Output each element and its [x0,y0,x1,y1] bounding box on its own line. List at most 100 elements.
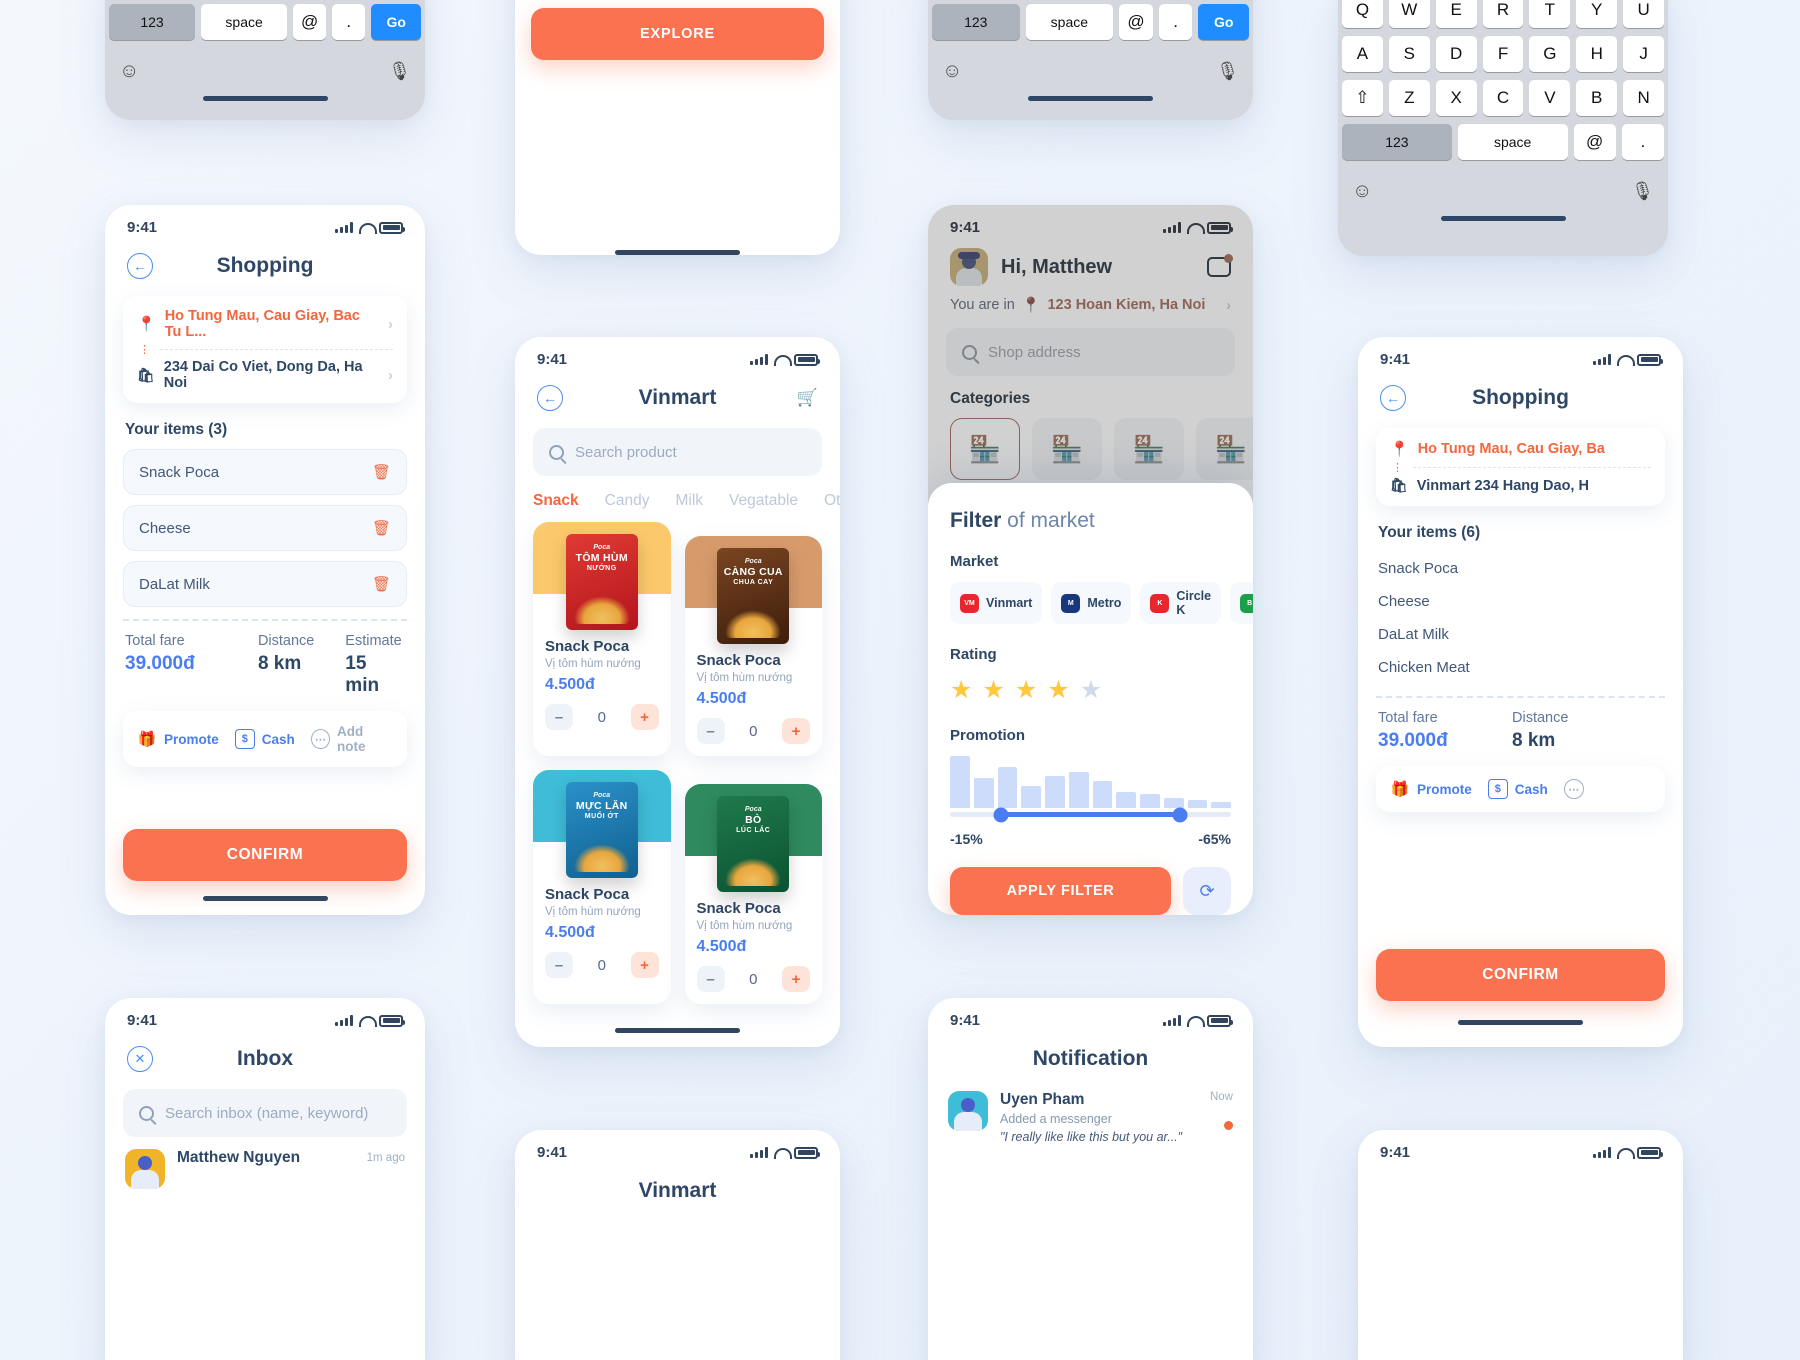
key-j[interactable]: J [1623,36,1665,72]
messages-icon[interactable] [1207,254,1233,277]
key-n[interactable]: N [1623,80,1665,116]
avatar[interactable] [950,248,988,286]
key-at[interactable]: @ [1573,124,1616,160]
key-z[interactable]: Z [1388,80,1430,116]
shop-address-input[interactable]: Shop address [946,328,1235,376]
decrease-quantity-button[interactable]: – [696,966,725,992]
key-b[interactable]: B [1576,80,1618,116]
explore-button[interactable]: EXPLORE [531,8,824,60]
microphone-icon[interactable]: 🎙 [1216,61,1239,82]
category-tile[interactable]: 🏪 [1114,418,1184,480]
key-space[interactable]: space [1457,124,1568,160]
chevron-right-icon[interactable]: › [1226,297,1231,314]
address-card[interactable]: 📍 Ho Tung Mau, Cau Giay, Bac Tu L... › ⋮… [123,296,407,403]
star-3[interactable]: ★ [1015,675,1037,705]
key-r[interactable]: R [1482,0,1524,28]
current-location-row[interactable]: You are in 📍 123 Hoan Kiem, Ha Noi › [928,286,1253,315]
product-card[interactable]: Poca BÒ LÚC LẮC Snack Poca Vị tôm hùm nư… [684,784,822,1004]
key-go[interactable]: Go [371,4,421,40]
star-1[interactable]: ★ [950,675,972,705]
tab-snack[interactable]: Snack [533,492,579,510]
tab-candy[interactable]: Candy [605,492,650,510]
list-item[interactable]: Snack Poca 🗑 [123,449,407,495]
apply-filter-button[interactable]: APPLY FILTER [950,867,1171,915]
key-period[interactable]: . [332,4,366,40]
cart-icon[interactable]: 🛒 [797,388,818,408]
key-c[interactable]: C [1482,80,1524,116]
list-item[interactable]: Uyen Pham Added a messenger "I really li… [928,1079,1253,1144]
delete-icon[interactable]: 🗑 [372,463,391,481]
key-w[interactable]: W [1388,0,1430,28]
back-arrow-icon[interactable]: ← [127,253,153,279]
slider-knob-max[interactable] [1172,807,1188,822]
category-tile[interactable]: 🏪 [1032,418,1102,480]
key-period[interactable]: . [1621,124,1664,160]
promote-button[interactable]: 🎁 Promote [137,729,219,749]
dropoff-address-row[interactable]: 🛍 Vinmart 234 Hang Dao, H [1390,477,1651,494]
chevron-right-icon[interactable]: › [388,316,393,333]
key-numeric[interactable]: 123 [932,4,1020,40]
confirm-button[interactable]: CONFIRM [123,829,407,881]
back-arrow-icon[interactable]: ← [1380,385,1406,411]
back-arrow-icon[interactable]: ← [537,385,563,411]
shift-key[interactable]: ⇧ [1342,80,1383,116]
key-v[interactable]: V [1529,80,1571,116]
product-card[interactable]: Poca CÀNG CUA CHUA CAY Snack Poca Vị tôm… [684,536,822,756]
key-space[interactable]: space [201,4,288,40]
delete-icon[interactable]: 🗑 [372,575,391,593]
search-inbox-input[interactable]: Search inbox (name, keyword) [123,1089,407,1137]
key-t[interactable]: T [1529,0,1571,28]
product-card[interactable]: Poca TÔM HÙM NƯỚNG Snack Poca Vị tôm hùm… [533,522,671,756]
slider-knob-min[interactable] [993,807,1009,822]
key-period[interactable]: . [1158,4,1193,40]
key-x[interactable]: X [1435,80,1477,116]
key-u[interactable]: U [1623,0,1665,28]
promotion-range-slider[interactable] [950,807,1231,822]
list-item[interactable]: Cheese 🗑 [123,505,407,551]
market-chip-metro[interactable]: M Metro [1051,582,1132,624]
emoji-icon[interactable]: ☺ [1352,180,1372,203]
list-item[interactable]: Chicken Meat [1378,651,1663,684]
search-product-input[interactable]: Search product [533,428,822,476]
key-at[interactable]: @ [293,4,327,40]
decrease-quantity-button[interactable]: – [545,704,573,730]
increase-quantity-button[interactable]: + [782,966,810,992]
key-g[interactable]: G [1529,36,1571,72]
key-e[interactable]: E [1435,0,1477,28]
chevron-right-icon[interactable]: › [388,367,393,384]
market-chip-vinmart[interactable]: VM Vinmart [950,582,1043,624]
reset-filter-button[interactable]: ⟳ [1183,867,1231,915]
key-space[interactable]: space [1025,4,1114,40]
address-card[interactable]: 📍 Ho Tung Mau, Cau Giay, Ba ⋮ 🛍 Vinmart … [1376,428,1665,506]
decrease-quantity-button[interactable]: – [545,952,573,978]
payment-method-button[interactable]: $ Cash [1487,779,1548,799]
key-numeric[interactable]: 123 [1342,124,1452,160]
market-chip-circlek[interactable]: K Circle K [1140,582,1222,624]
list-item[interactable]: Cheese [1378,585,1663,618]
list-item[interactable]: Matthew Nguyen 1m ago [105,1137,425,1189]
tab-other[interactable]: Other [824,492,840,510]
close-icon[interactable]: ✕ [127,1046,153,1072]
tab-milk[interactable]: Milk [675,492,703,510]
key-a[interactable]: A [1342,36,1383,72]
key-y[interactable]: Y [1576,0,1618,28]
product-card[interactable]: Poca MỰC LĂN MUỐI ỚT Snack Poca Vị tôm h… [533,770,671,1004]
category-tile[interactable]: 🏪 [1196,418,1253,480]
list-item[interactable]: DaLat Milk 🗑 [123,561,407,607]
promote-button[interactable]: 🎁 Promote [1390,779,1472,799]
star-5[interactable]: ★ [1080,675,1102,705]
add-note-button[interactable]: ⋯ [1563,779,1584,799]
rating-stars[interactable]: ★ ★ ★ ★ ★ [950,675,1231,705]
star-2[interactable]: ★ [982,675,1004,705]
star-4[interactable]: ★ [1047,675,1069,705]
list-item[interactable]: DaLat Milk [1378,618,1663,651]
market-chip-bigc[interactable]: B BigC [1230,582,1253,624]
emoji-icon[interactable]: ☺ [119,60,139,83]
increase-quantity-button[interactable]: + [782,718,810,744]
emoji-icon[interactable]: ☺ [942,60,962,83]
microphone-icon[interactable]: 🎙 [388,61,411,82]
increase-quantity-button[interactable]: + [630,952,659,978]
payment-method-button[interactable]: $ Cash [234,729,295,749]
delete-icon[interactable]: 🗑 [372,519,391,537]
key-go[interactable]: Go [1198,4,1249,40]
